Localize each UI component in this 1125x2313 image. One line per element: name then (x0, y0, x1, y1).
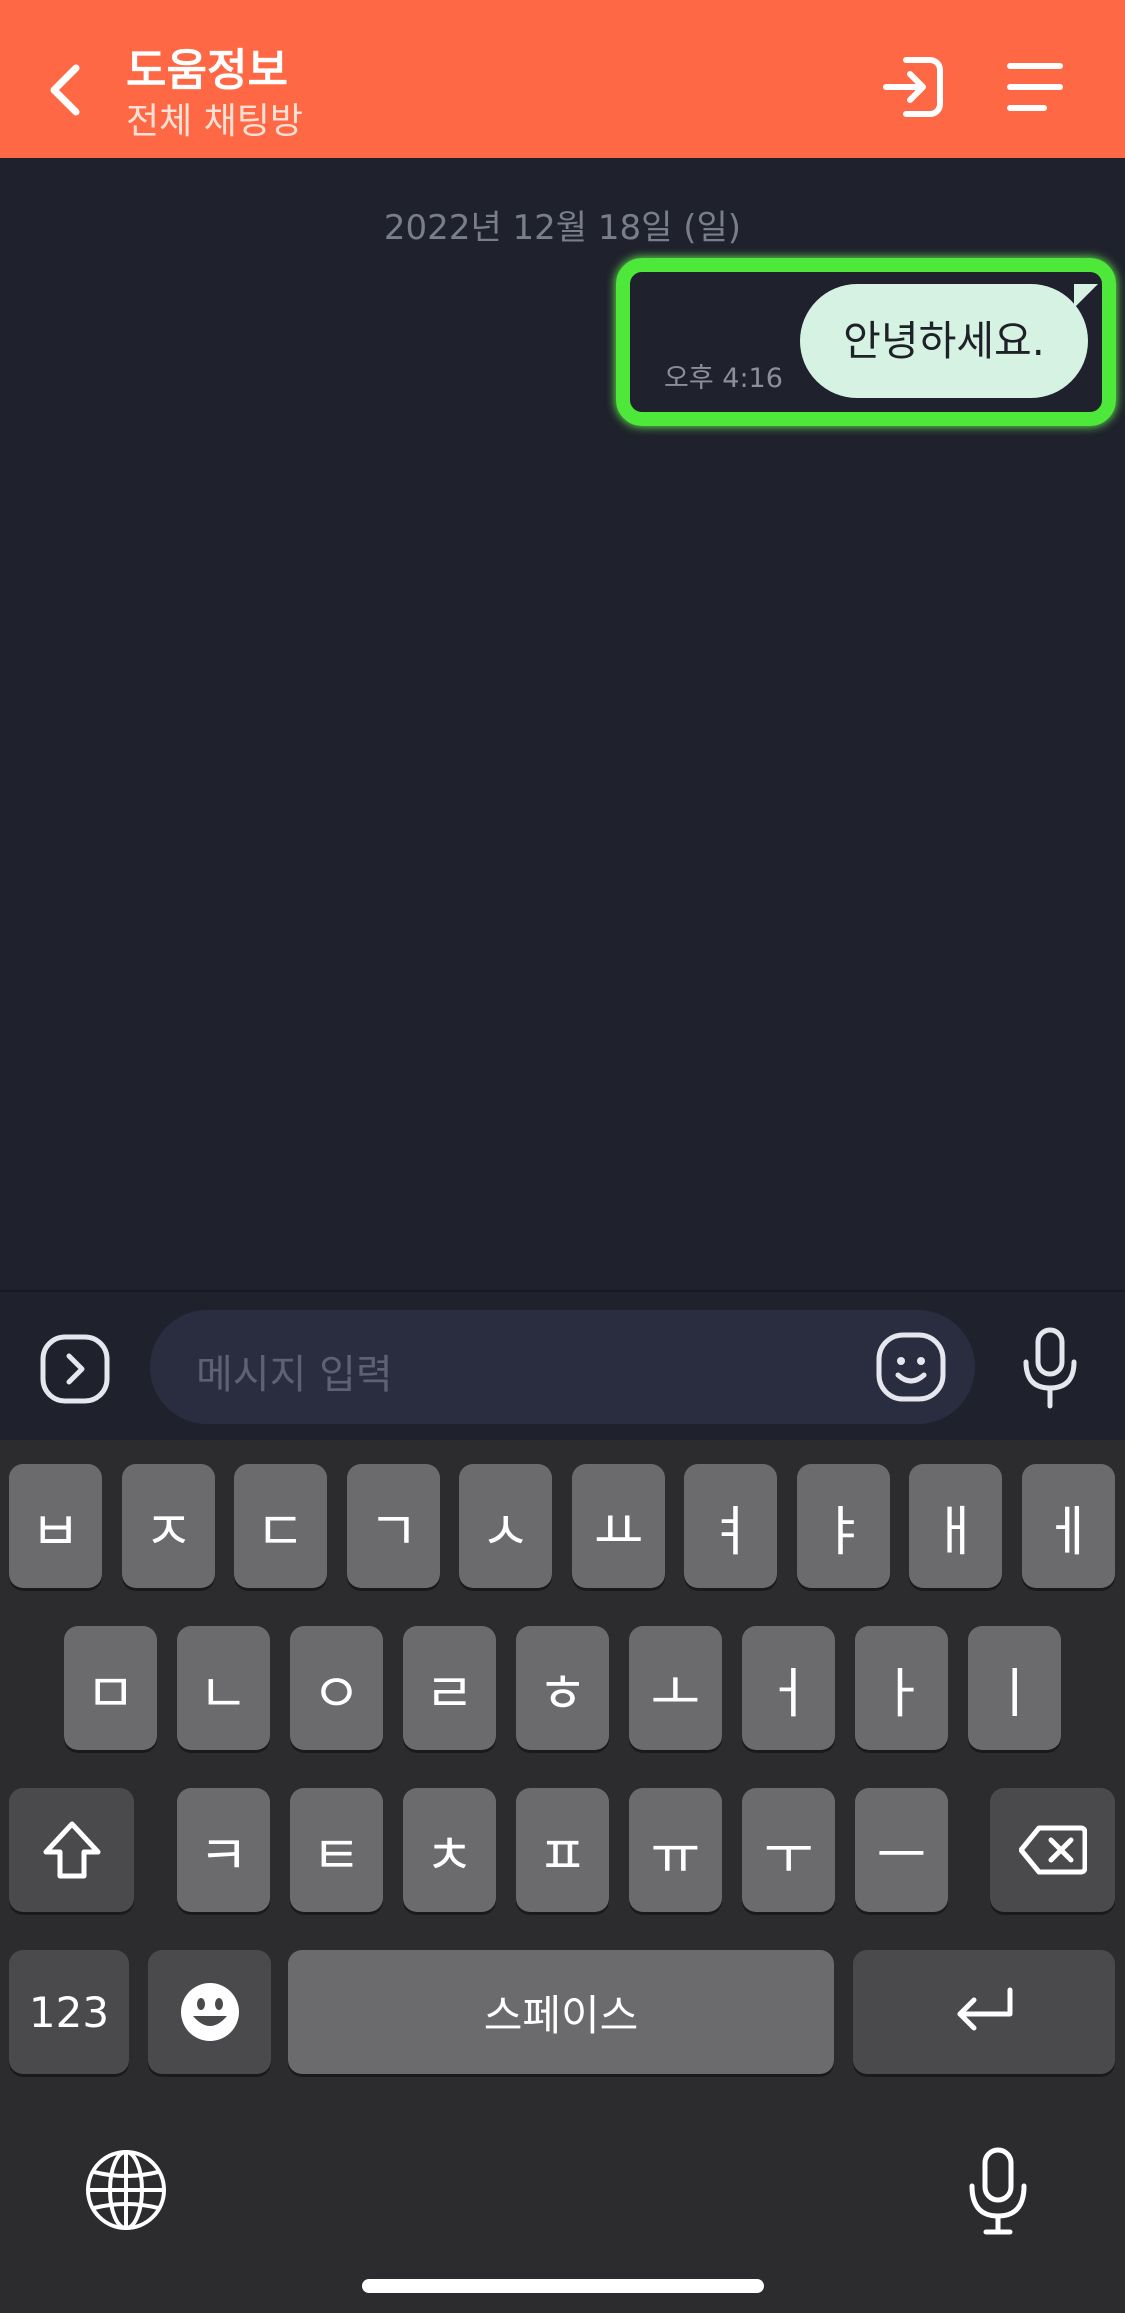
chevron-right-box-icon (40, 1334, 110, 1404)
emoticon-button[interactable] (874, 1330, 948, 1404)
shift-arrow-icon (43, 1821, 100, 1879)
chat-room-subtitle: 전체 채팅방 (126, 101, 304, 142)
backspace-key[interactable] (990, 1788, 1115, 1912)
key-r1-8[interactable]: ㅑ (797, 1464, 890, 1588)
key-r3-2[interactable]: ㅌ (290, 1788, 383, 1912)
key-r3-3[interactable]: ㅊ (403, 1788, 496, 1912)
key-r1-2[interactable]: ㅈ (122, 1464, 215, 1588)
back-button[interactable] (40, 50, 100, 130)
key-r2-9[interactable]: ㅣ (968, 1626, 1061, 1750)
emoji-face-icon (180, 1983, 239, 2041)
voice-input-button[interactable] (1018, 1326, 1082, 1410)
key-r1-7[interactable]: ㅕ (684, 1464, 777, 1588)
key-r1-3[interactable]: ㄷ (234, 1464, 327, 1588)
emoji-key[interactable] (148, 1950, 271, 2074)
return-arrow-icon (957, 1987, 1013, 2031)
key-r3-6[interactable]: ㅜ (742, 1788, 835, 1912)
key-r3-1[interactable]: ㅋ (177, 1788, 270, 1912)
numbers-key[interactable]: 123 (9, 1950, 129, 2074)
menu-button[interactable] (1000, 52, 1070, 122)
key-r2-4[interactable]: ㄹ (403, 1626, 496, 1750)
message-time: 오후 4:16 (664, 363, 783, 394)
key-r1-1[interactable]: ㅂ (9, 1464, 102, 1588)
message-bubble-tail (1074, 284, 1098, 308)
message-input[interactable]: 메시지 입력 (150, 1310, 975, 1424)
key-r1-4[interactable]: ㄱ (347, 1464, 440, 1588)
smiley-icon (876, 1332, 946, 1402)
microphone-icon (969, 2147, 1027, 2235)
dictation-button[interactable] (966, 2146, 1030, 2238)
backspace-icon (1018, 1825, 1087, 1875)
expand-menu-button[interactable] (38, 1332, 112, 1406)
microphone-icon (1023, 1327, 1077, 1409)
key-r1-10[interactable]: ㅔ (1022, 1464, 1115, 1588)
space-key[interactable]: 스페이스 (288, 1950, 834, 2074)
chat-header: 도움정보 전체 채팅방 (0, 0, 1125, 158)
hamburger-menu-icon (1007, 63, 1063, 111)
chevron-left-icon (50, 64, 80, 116)
shift-key[interactable] (9, 1788, 134, 1912)
message-bubble[interactable]: 안녕하세요. (800, 284, 1088, 398)
key-r2-8[interactable]: ㅏ (855, 1626, 948, 1750)
key-r3-7[interactable]: ㅡ (855, 1788, 948, 1912)
globe-icon (86, 2150, 166, 2230)
key-r3-4[interactable]: ㅍ (516, 1788, 609, 1912)
chat-message-area[interactable]: 2022년 12월 18일 (일) 오후 4:16 안녕하세요. (0, 158, 1125, 1290)
home-indicator[interactable] (362, 2279, 764, 2293)
enter-room-button[interactable] (878, 52, 948, 122)
key-r2-6[interactable]: ㅗ (629, 1626, 722, 1750)
key-r2-2[interactable]: ㄴ (177, 1626, 270, 1750)
key-r2-7[interactable]: ㅓ (742, 1626, 835, 1750)
message-input-bar: 메시지 입력 (0, 1290, 1125, 1440)
key-r1-9[interactable]: ㅐ (909, 1464, 1002, 1588)
korean-keyboard: ㅂ ㅈ ㄷ ㄱ ㅅ ㅛ ㅕ ㅑ ㅐ ㅔ ㅁ ㄴ ㅇ ㄹ ㅎ ㅗ ㅓ ㅏ ㅣ ㅋ … (0, 1440, 1125, 2313)
message-input-placeholder: 메시지 입력 (196, 1352, 393, 1398)
login-icon (883, 57, 943, 117)
key-r2-3[interactable]: ㅇ (290, 1626, 383, 1750)
key-r1-5[interactable]: ㅅ (459, 1464, 552, 1588)
key-r2-1[interactable]: ㅁ (64, 1626, 157, 1750)
globe-button[interactable] (84, 2148, 168, 2232)
key-r1-6[interactable]: ㅛ (572, 1464, 665, 1588)
return-key[interactable] (853, 1950, 1115, 2074)
date-separator: 2022년 12월 18일 (일) (383, 208, 742, 248)
key-r2-5[interactable]: ㅎ (516, 1626, 609, 1750)
chat-room-title: 도움정보 (126, 45, 288, 96)
key-r3-5[interactable]: ㅠ (629, 1788, 722, 1912)
